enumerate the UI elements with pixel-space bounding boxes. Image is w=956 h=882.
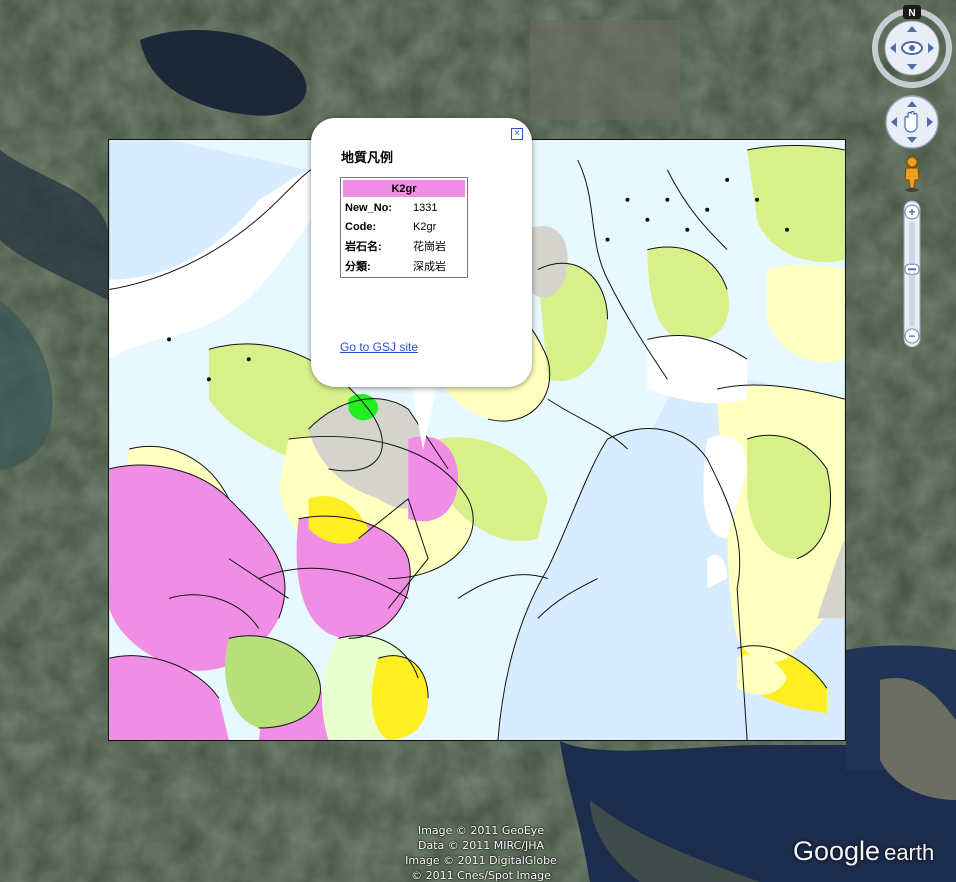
legend-row: 分類: 深成岩 [343, 257, 465, 275]
gsj-site-link[interactable]: Go to GSJ site [340, 340, 418, 354]
legend-row: Code: K2gr [343, 218, 465, 235]
balloon-pointer [411, 384, 437, 450]
legend-row: New_No: 1331 [343, 199, 465, 216]
legend-key: New_No: [345, 201, 393, 214]
info-balloon: × 地質凡例 K2gr New_No: 1331 Code: K2gr 岩石名:… [311, 118, 532, 387]
zoom-slider-thumb[interactable] [904, 263, 920, 275]
zoom-in-label: + [908, 205, 915, 219]
credit-line: Image © 2011 GeoEye [417, 824, 545, 837]
move-control[interactable] [884, 94, 940, 150]
zoom-slider[interactable]: + − [899, 200, 925, 348]
balloon-title: 地質凡例 [341, 150, 394, 165]
legend-key: 分類: [345, 261, 371, 273]
legend-row: 岩石名: 花崗岩 [343, 237, 465, 255]
geology-legend-table: K2gr New_No: 1331 Code: K2gr 岩石名: 花崗岩 分類… [340, 177, 468, 278]
credit-line: © 2011 Cnes/Spot Image [411, 869, 551, 882]
compass-north-label: N [908, 8, 915, 19]
imagery-credits: Image © 2011 GeoEye Data © 2011 MIRC/JHA… [386, 823, 576, 882]
logo-google-text: Google [793, 836, 881, 866]
street-view-pegman-icon[interactable] [900, 156, 924, 192]
look-control[interactable]: N [870, 4, 954, 88]
earth-viewport[interactable]: × 地質凡例 K2gr New_No: 1331 Code: K2gr 岩石名:… [0, 0, 956, 882]
legend-key: Code: [345, 220, 377, 233]
credit-line: Image © 2011 DigitalGlobe [405, 854, 557, 867]
credit-line: Data © 2011 MIRC/JHA [417, 839, 544, 852]
legend-value: 深成岩 [413, 261, 446, 273]
google-earth-logo: Google earth [793, 836, 934, 867]
legend-value: 1331 [413, 201, 438, 214]
legend-value: 花崗岩 [413, 241, 446, 253]
zoom-out-label: − [908, 329, 915, 343]
legend-header-swatch: K2gr [343, 180, 465, 197]
balloon-close-icon[interactable]: × [511, 128, 523, 140]
legend-value: K2gr [413, 220, 437, 233]
logo-earth-text: earth [884, 840, 935, 865]
legend-key: 岩石名: [345, 241, 382, 253]
